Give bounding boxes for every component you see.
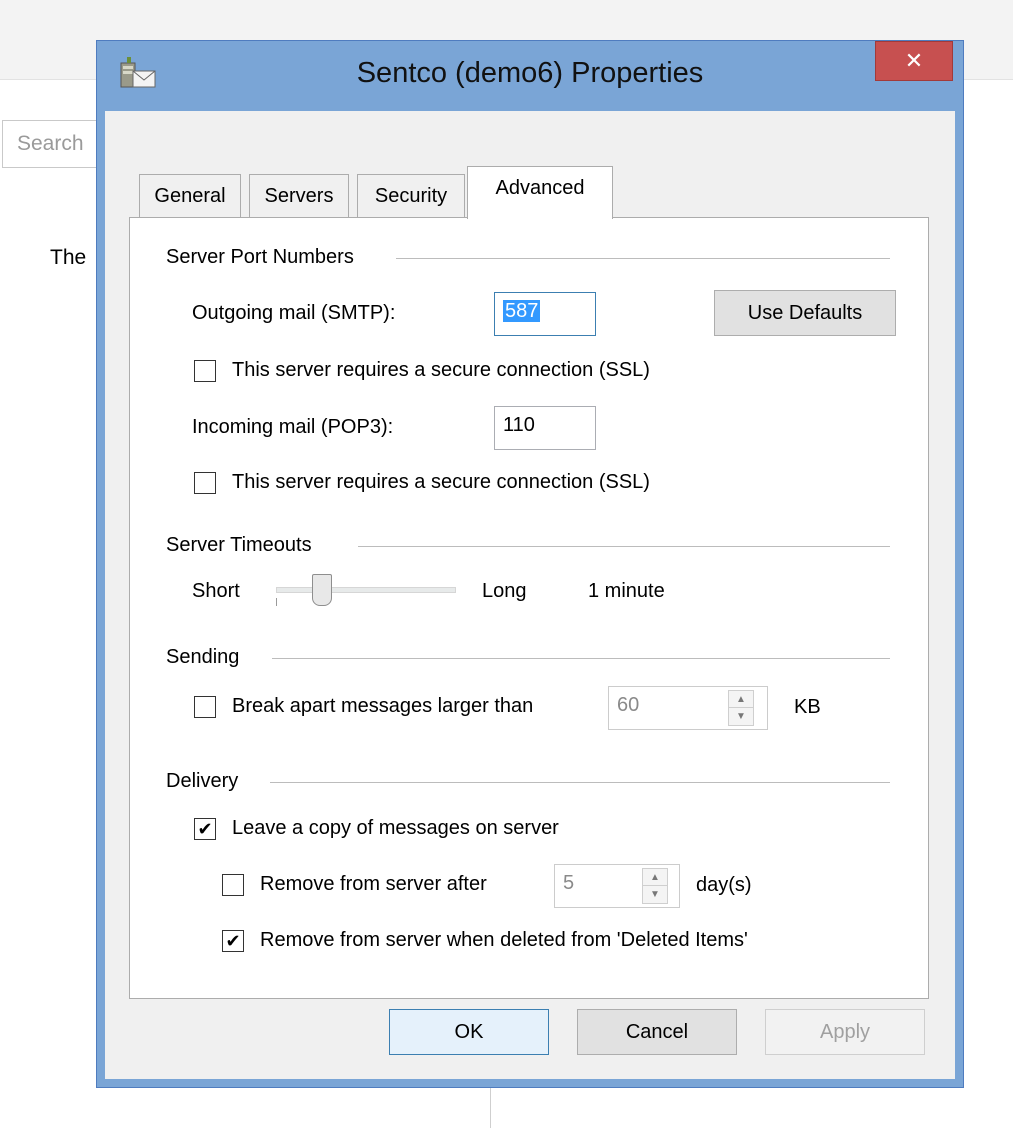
apply-label: Apply — [819, 1021, 871, 1043]
remove-after-checkbox[interactable] — [222, 874, 244, 896]
remove-deleted-checkbox[interactable]: ✔ — [222, 930, 244, 952]
advanced-tab-panel: Server Port Numbers Outgoing mail (SMTP)… — [129, 217, 929, 999]
incoming-ssl-label: This server requires a secure connection… — [232, 471, 650, 493]
incoming-ssl-checkbox[interactable] — [194, 472, 216, 494]
group-divider — [396, 258, 890, 259]
properties-dialog: Sentco (demo6) Properties ✕ General Serv… — [96, 40, 964, 1088]
remove-after-label: Remove from server after — [260, 873, 487, 895]
remove-days-value: 5 — [563, 872, 575, 894]
outgoing-port-label: Outgoing mail (SMTP): — [192, 302, 396, 324]
slider-tick — [276, 598, 277, 606]
group-label-sending: Sending — [166, 646, 240, 668]
group-label-ports: Server Port Numbers — [166, 246, 354, 268]
close-button[interactable]: ✕ — [875, 41, 953, 81]
break-apart-label: Break apart messages larger than — [232, 695, 534, 717]
close-icon: ✕ — [904, 48, 924, 73]
timeout-value: 1 minute — [588, 580, 665, 602]
background-text: The — [50, 246, 87, 269]
leave-copy-label: Leave a copy of messages on server — [232, 817, 559, 839]
timeout-long-label: Long — [482, 580, 527, 602]
slider-track — [276, 587, 456, 593]
tab-label: Security — [374, 185, 448, 207]
tab-servers[interactable]: Servers — [249, 174, 349, 218]
incoming-port-value: 110 — [503, 414, 535, 436]
tab-label: Servers — [264, 185, 334, 207]
incoming-port-input[interactable]: 110 — [494, 406, 596, 450]
spin-up-icon[interactable]: ▲ — [643, 869, 667, 886]
break-size-unit: KB — [794, 696, 821, 718]
background-divider — [490, 1088, 491, 1128]
leave-copy-checkbox[interactable]: ✔ — [194, 818, 216, 840]
timeout-short-label: Short — [192, 580, 240, 602]
outgoing-ssl-label: This server requires a secure connection… — [232, 359, 650, 381]
ok-button[interactable]: OK — [389, 1009, 549, 1055]
group-divider — [272, 658, 890, 659]
remove-days-spinner[interactable]: ▲ ▼ — [642, 868, 668, 904]
group-label-timeouts: Server Timeouts — [166, 534, 312, 556]
spin-down-icon[interactable]: ▼ — [643, 886, 667, 903]
dialog-titlebar[interactable]: Sentco (demo6) Properties ✕ — [97, 41, 963, 111]
use-defaults-label: Use Defaults — [747, 302, 863, 324]
group-divider — [270, 782, 890, 783]
break-apart-checkbox[interactable] — [194, 696, 216, 718]
outgoing-port-value: 587 — [503, 300, 541, 322]
tab-label: General — [154, 185, 226, 207]
ok-label: OK — [454, 1021, 484, 1043]
spin-down-icon[interactable]: ▼ — [729, 708, 753, 725]
spin-up-icon[interactable]: ▲ — [729, 691, 753, 708]
cancel-button[interactable]: Cancel — [577, 1009, 737, 1055]
apply-button[interactable]: Apply — [765, 1009, 925, 1055]
remove-days-unit: day(s) — [696, 874, 752, 896]
break-size-value: 60 — [617, 694, 640, 716]
tab-label: Advanced — [495, 177, 585, 199]
tab-general[interactable]: General — [139, 174, 241, 218]
tab-advanced[interactable]: Advanced — [467, 166, 613, 219]
tab-security[interactable]: Security — [357, 174, 465, 218]
group-label-delivery: Delivery — [166, 770, 239, 792]
use-defaults-button[interactable]: Use Defaults — [714, 290, 896, 336]
background-search-placeholder: Search — [17, 132, 84, 155]
dialog-title: Sentco (demo6) Properties — [356, 57, 704, 89]
incoming-port-label: Incoming mail (POP3): — [192, 416, 394, 438]
dialog-client-area: General Servers Security Advanced Server… — [105, 111, 955, 1079]
break-size-spinner[interactable]: ▲ ▼ — [728, 690, 754, 726]
remove-deleted-label: Remove from server when deleted from 'De… — [260, 929, 748, 951]
group-divider — [358, 546, 890, 547]
cancel-label: Cancel — [625, 1021, 689, 1043]
slider-thumb[interactable] — [312, 574, 332, 606]
timeout-slider[interactable] — [276, 574, 456, 608]
outgoing-ssl-checkbox[interactable] — [194, 360, 216, 382]
outgoing-port-input[interactable]: 587 — [494, 292, 596, 336]
